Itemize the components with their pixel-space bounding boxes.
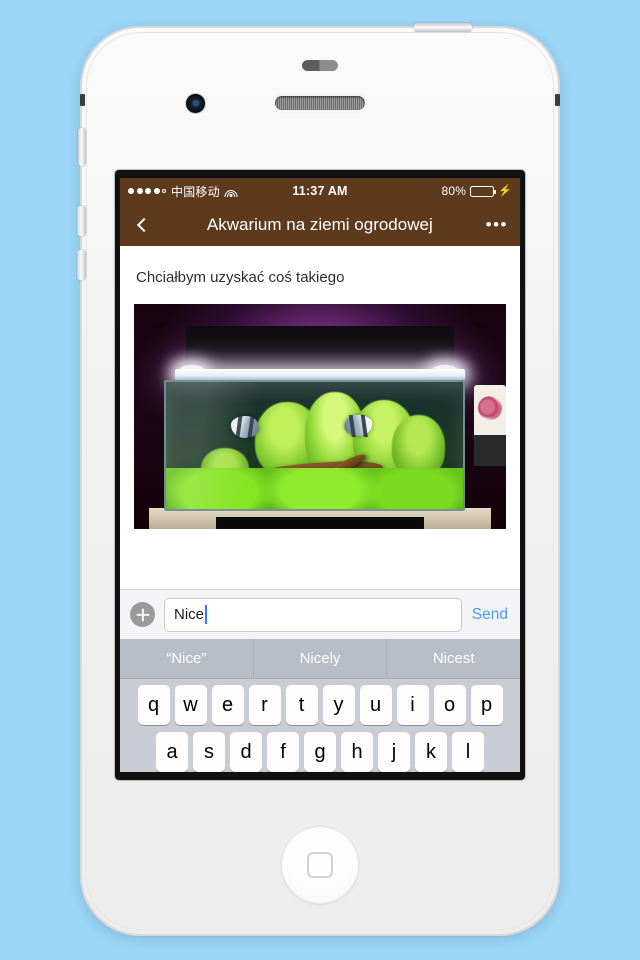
signal-strength-icon: [128, 188, 166, 194]
key-l[interactable]: l: [452, 732, 484, 772]
autocorrect-suggestions: “Nice” Nicely Nicest: [120, 639, 520, 679]
key-g[interactable]: g: [304, 732, 336, 772]
charging-bolt-icon: ⚡: [498, 184, 512, 197]
page-title: Akwarium na ziemi ogrodowej: [206, 215, 433, 234]
chevron-left-icon: [136, 217, 151, 233]
status-bar-right: 80% ⚡: [348, 184, 512, 198]
antenna-notch-right: [555, 94, 560, 106]
key-q[interactable]: q: [137, 685, 170, 725]
power-button[interactable]: [414, 23, 472, 32]
more-options-button[interactable]: •••: [486, 215, 510, 235]
decorative-jar: [474, 384, 506, 466]
key-e[interactable]: e: [211, 685, 244, 725]
aquarium-tank: [163, 380, 466, 511]
phone-device: 中国移动 11:37 AM 80% ⚡ Akwarium na ziemi og…: [77, 23, 560, 934]
volume-up-button[interactable]: [77, 206, 86, 236]
phone-screen: 中国移动 11:37 AM 80% ⚡ Akwarium na ziemi og…: [120, 178, 520, 772]
text-cursor: [205, 605, 208, 624]
key-s[interactable]: s: [193, 732, 225, 772]
keyboard-row-2: asdfghjkl: [120, 725, 520, 772]
key-t[interactable]: t: [285, 685, 318, 725]
send-button[interactable]: Send: [471, 606, 510, 624]
key-o[interactable]: o: [433, 685, 466, 725]
key-y[interactable]: y: [322, 685, 355, 725]
aquarium-photo[interactable]: [134, 303, 506, 529]
keyboard-row-1: qwertyuiop: [120, 679, 520, 725]
navigation-bar: Akwarium na ziemi ogrodowej •••: [120, 204, 520, 246]
proximity-sensor: [302, 60, 338, 71]
front-camera: [186, 94, 205, 113]
back-button[interactable]: [130, 213, 154, 237]
carrier-label: 中国移动: [171, 184, 220, 199]
post-content: Chciałbym uzyskać coś takiego: [120, 246, 520, 589]
home-button[interactable]: [281, 826, 359, 904]
status-bar-clock: 11:37 AM: [292, 184, 348, 198]
status-bar: 中国移动 11:37 AM 80% ⚡: [120, 178, 520, 204]
key-u[interactable]: u: [359, 685, 392, 725]
home-square-icon: [307, 852, 333, 878]
earpiece-speaker: [275, 96, 365, 110]
volume-down-button[interactable]: [77, 250, 86, 280]
suggestion-2[interactable]: Nicest: [387, 639, 520, 678]
message-input[interactable]: Nice: [164, 597, 462, 632]
key-i[interactable]: i: [396, 685, 429, 725]
screen-bezel: 中国移动 11:37 AM 80% ⚡ Akwarium na ziemi og…: [115, 170, 525, 780]
key-k[interactable]: k: [415, 732, 447, 772]
onscreen-keyboard: “Nice” Nicely Nicest qwertyuiop asdfghjk…: [120, 639, 520, 772]
key-f[interactable]: f: [267, 732, 299, 772]
message-input-value: Nice: [174, 606, 205, 623]
post-text: Chciałbym uzyskać coś takiego: [136, 269, 345, 286]
antenna-notch-left: [80, 94, 85, 106]
key-j[interactable]: j: [378, 732, 410, 772]
key-w[interactable]: w: [174, 685, 207, 725]
key-r[interactable]: r: [248, 685, 281, 725]
key-d[interactable]: d: [230, 732, 262, 772]
suggestion-0[interactable]: “Nice”: [120, 639, 254, 678]
key-h[interactable]: h: [341, 732, 373, 772]
key-p[interactable]: p: [470, 685, 503, 725]
silent-switch[interactable]: [78, 128, 86, 166]
status-bar-left: 中国移动: [128, 183, 292, 200]
key-a[interactable]: a: [156, 732, 188, 772]
battery-percent-label: 80%: [441, 184, 467, 198]
battery-icon: [470, 185, 497, 197]
wifi-icon: [224, 186, 238, 197]
suggestion-1[interactable]: Nicely: [254, 639, 388, 678]
plus-circle-icon[interactable]: [130, 602, 155, 627]
message-input-bar: Nice Send: [120, 589, 520, 639]
